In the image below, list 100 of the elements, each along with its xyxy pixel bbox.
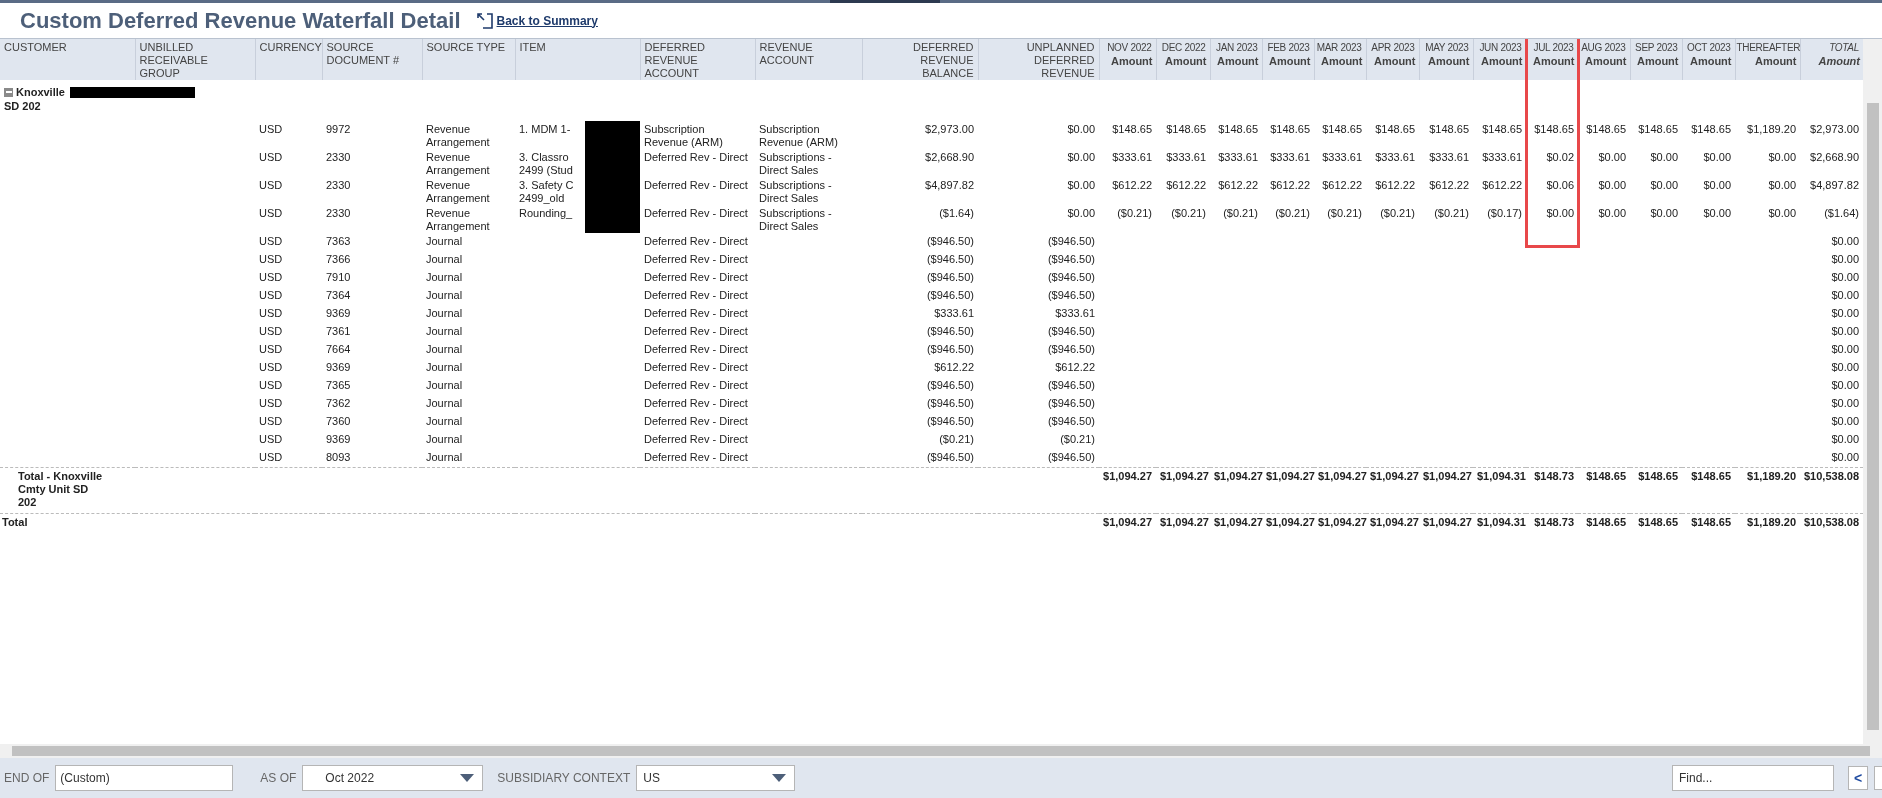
table-cell: Rounding_: [519, 207, 573, 220]
table-cell: Journal: [426, 415, 463, 427]
column-subheader: Amount: [1372, 55, 1417, 68]
table-cell: Deferred Rev - Direct: [644, 289, 748, 301]
column-header[interactable]: JUL 2023: [1533, 41, 1577, 54]
column-subheader: Amount: [1479, 55, 1524, 68]
table-cell: ($946.50): [926, 343, 974, 355]
column-header[interactable]: DEFERRED REVENUE BALANCE: [862, 39, 978, 80]
subsidiary-dropdown[interactable]: US: [636, 765, 796, 791]
table-cell: 7360: [326, 415, 351, 427]
table-cell: $0.00: [1703, 179, 1731, 191]
table-cell: Subscriptions - Direct Sales: [759, 207, 832, 232]
table-cell: $0.00: [1831, 325, 1859, 337]
table-cell: ($946.50): [1047, 451, 1095, 463]
table-cell: $1,189.20: [1747, 123, 1796, 135]
table-cell: USD: [259, 451, 283, 463]
table-cell: $0.00: [1768, 207, 1796, 219]
collapse-icon[interactable]: [4, 87, 13, 97]
table-cell: $0.00: [1831, 379, 1859, 391]
table-cell: Journal: [426, 271, 463, 283]
column-header[interactable]: SOURCE TYPE: [422, 39, 515, 80]
column-subheader: Amount: [1163, 55, 1208, 68]
column-header[interactable]: JAN 2023: [1215, 41, 1261, 54]
back-to-summary-link[interactable]: Back to Summary: [476, 11, 598, 30]
column-header[interactable]: AUG 2023: [1581, 41, 1629, 54]
table-cell: Revenue Arrangement: [426, 151, 490, 176]
table-cell: USD: [259, 397, 283, 409]
column-header[interactable]: SEP 2023: [1635, 41, 1681, 54]
table-cell: 9369: [326, 361, 351, 373]
table-cell: $0.02: [1546, 151, 1574, 163]
column-subheader: Amount: [1688, 55, 1733, 68]
column-header[interactable]: FEB 2023: [1267, 41, 1313, 54]
table-cell: ($946.50): [926, 289, 974, 301]
column-header[interactable]: APR 2023: [1371, 41, 1418, 54]
table-cell: ($946.50): [926, 379, 974, 391]
table-cell: ($946.50): [1047, 343, 1095, 355]
column-header[interactable]: REVENUE ACCOUNT: [755, 39, 862, 80]
table-cell: ($0.21): [1380, 207, 1415, 219]
table-cell: USD: [259, 307, 283, 319]
table-cell: 7364: [326, 289, 351, 301]
table-cell: $0.00: [1831, 253, 1859, 265]
table-cell: ($946.50): [926, 451, 974, 463]
table-cell: Deferred Rev - Direct: [644, 151, 748, 163]
column-header[interactable]: DEFERRED REVENUE ACCOUNT: [640, 39, 755, 80]
column-subheader: Amount: [1109, 55, 1154, 68]
table-cell: $148.65: [1112, 123, 1152, 135]
column-header[interactable]: NOV 2022: [1107, 41, 1155, 54]
column-subheader: Amount: [1531, 55, 1576, 68]
as-of-dropdown[interactable]: Oct 2022: [302, 765, 484, 791]
table-cell: 7362: [326, 397, 351, 409]
table-cell: Deferred Rev - Direct: [644, 271, 748, 283]
total-cell: $1,094.27: [1423, 469, 1472, 482]
table-cell: $0.00: [1067, 207, 1095, 219]
table-cell: USD: [259, 179, 283, 191]
column-header[interactable]: CURRENCY: [255, 39, 322, 80]
column-header[interactable]: CUSTOMER: [0, 39, 135, 80]
table-cell: 7664: [326, 343, 351, 355]
table-cell: $0.00: [1831, 307, 1859, 319]
column-header[interactable]: TOTAL: [1829, 41, 1862, 54]
previous-button[interactable]: <: [1848, 766, 1868, 790]
table-cell: ($1.64): [1824, 207, 1859, 219]
table-cell: ($0.21): [1171, 207, 1206, 219]
next-button[interactable]: [1874, 766, 1882, 790]
column-subheader: Amount: [1215, 55, 1260, 68]
end-of-field[interactable]: (Custom): [55, 765, 234, 791]
column-header[interactable]: MAR 2023: [1316, 41, 1365, 54]
column-header[interactable]: MAY 2023: [1425, 41, 1472, 54]
column-subheader: Amount: [1753, 55, 1798, 68]
column-header[interactable]: JUN 2023: [1479, 41, 1525, 54]
customer-name: Knoxville: [16, 85, 65, 99]
table-cell: ($0.21): [1275, 207, 1310, 219]
table-cell: USD: [259, 207, 283, 219]
column-header[interactable]: OCT 2023: [1686, 41, 1734, 54]
total-cell: $1,094.27: [1103, 515, 1152, 528]
column-header[interactable]: ITEM: [515, 39, 640, 80]
horizontal-scrollbar[interactable]: [0, 744, 1882, 758]
table-cell: Deferred Rev - Direct: [644, 397, 748, 409]
table-cell: Deferred Rev - Direct: [644, 325, 748, 337]
table-cell: $333.61: [1218, 151, 1258, 163]
column-header[interactable]: THEREAFTER: [1736, 41, 1804, 54]
table-cell: $0.00: [1831, 289, 1859, 301]
total-cell: $1,094.27: [1214, 469, 1263, 482]
caret-icon: [772, 774, 787, 782]
find-field[interactable]: Find...: [1672, 765, 1834, 791]
table-cell: USD: [259, 151, 283, 163]
column-header[interactable]: UNPLANNED DEFERRED REVENUE: [978, 39, 1099, 80]
table-cell: Subscriptions - Direct Sales: [759, 179, 832, 204]
table-cell: ($946.50): [1047, 397, 1095, 409]
table-cell: $612.22: [934, 361, 974, 373]
table-cell: $0.00: [1598, 179, 1626, 191]
vertical-scrollbar[interactable]: [1863, 39, 1882, 744]
column-header[interactable]: DEC 2022: [1161, 41, 1209, 54]
total-cell: $10,538.08: [1804, 469, 1860, 482]
table-cell: ($0.21): [1117, 207, 1152, 219]
column-header[interactable]: UNBILLED RECEIVABLE GROUP: [135, 39, 255, 80]
total-cell: $148.65: [1691, 515, 1731, 528]
column-header[interactable]: SOURCE DOCUMENT #: [322, 39, 422, 80]
table-cell: Journal: [426, 451, 463, 463]
table-cell: $0.00: [1703, 207, 1731, 219]
table-cell: $148.65: [1691, 123, 1731, 135]
